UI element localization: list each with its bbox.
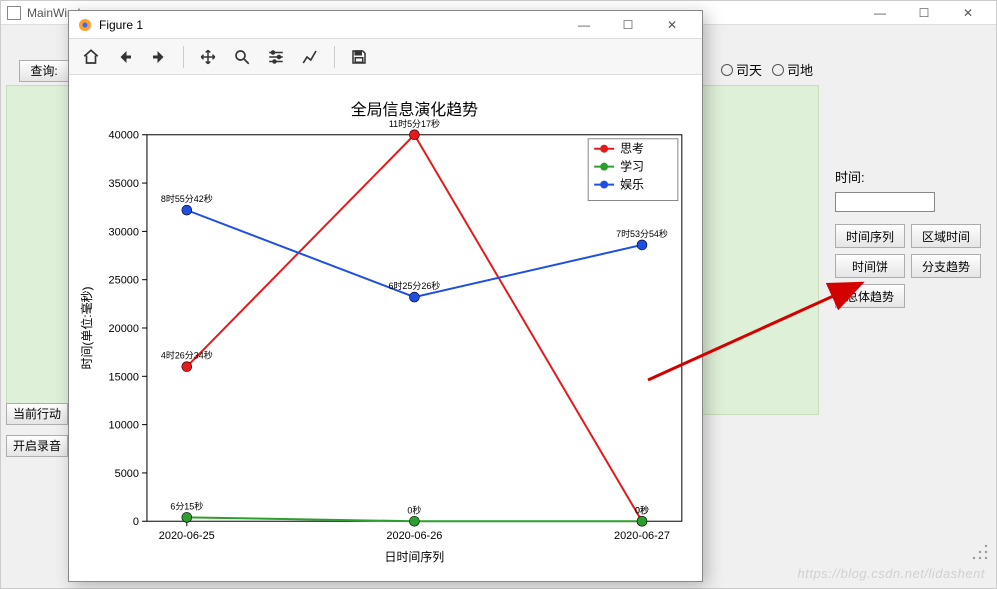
svg-text:5000: 5000 <box>115 468 139 480</box>
chart-canvas: 0 5000 10000 15000 20000 25000 30000 35000 40000… <box>69 75 702 581</box>
toolbar-separator <box>183 46 184 68</box>
main-maximize-button[interactable]: ☐ <box>902 1 946 25</box>
overall-trend-button[interactable]: 总体趋势 <box>835 284 905 308</box>
figure-minimize-button[interactable]: — <box>562 13 606 37</box>
svg-text:20000: 20000 <box>109 323 139 335</box>
watermark: https://blog.csdn.net/lidashent <box>797 566 985 581</box>
svg-text:日时间序列: 日时间序列 <box>385 549 445 564</box>
svg-text:15000: 15000 <box>109 371 139 383</box>
start-record-button[interactable]: 开启录音 <box>6 435 68 457</box>
svg-text:全局信息演化趋势: 全局信息演化趋势 <box>351 101 478 119</box>
resize-grip-icon[interactable] <box>972 544 990 562</box>
configure-icon[interactable] <box>260 42 292 72</box>
current-action-button[interactable]: 当前行动 <box>6 403 68 425</box>
svg-text:2020-06-27: 2020-06-27 <box>614 530 670 542</box>
time-label: 时间: <box>835 167 985 186</box>
figure-titlebar: Figure 1 — ☐ ✕ <box>69 11 702 39</box>
time-pie-button[interactable]: 时间饼 <box>835 254 905 278</box>
svg-text:娱乐: 娱乐 <box>620 178 644 192</box>
svg-text:2020-06-25: 2020-06-25 <box>159 530 215 542</box>
figure-app-icon <box>77 17 93 33</box>
save-icon[interactable] <box>343 42 375 72</box>
time-series-button[interactable]: 时间序列 <box>835 224 905 248</box>
svg-text:11时5分17秒: 11时5分17秒 <box>389 118 440 129</box>
radio-row: 司天 司地 <box>721 60 813 79</box>
svg-text:思考: 思考 <box>620 142 644 156</box>
radio-sidi[interactable]: 司地 <box>772 60 813 79</box>
right-panel: 时间: 时间序列 区域时间 时间饼 分支趋势 总体趋势 <box>835 167 985 308</box>
figure-title: Figure 1 <box>99 18 143 32</box>
main-close-button[interactable]: ✕ <box>946 1 990 25</box>
pan-icon[interactable] <box>192 42 224 72</box>
figure-close-button[interactable]: ✕ <box>650 13 694 37</box>
svg-text:35000: 35000 <box>109 178 139 190</box>
svg-text:0秒: 0秒 <box>635 504 649 515</box>
home-icon[interactable] <box>75 42 107 72</box>
svg-text:0: 0 <box>133 516 139 528</box>
radio-sidi-label: 司地 <box>787 60 813 79</box>
query-button[interactable]: 查询: <box>19 60 69 82</box>
svg-text:2020-06-26: 2020-06-26 <box>386 530 442 542</box>
radio-sitian[interactable]: 司天 <box>721 60 762 79</box>
area-time-button[interactable]: 区域时间 <box>911 224 981 248</box>
svg-text:6时25分26秒: 6时25分26秒 <box>389 280 441 291</box>
main-app-icon <box>7 6 21 20</box>
radio-icon <box>721 64 733 76</box>
main-minimize-button[interactable]: — <box>858 1 902 25</box>
svg-text:4时26分34秒: 4时26分34秒 <box>161 350 213 361</box>
svg-text:7时53分54秒: 7时53分54秒 <box>616 228 668 239</box>
time-input[interactable] <box>835 192 935 212</box>
svg-text:6分15秒: 6分15秒 <box>170 500 203 511</box>
zoom-icon[interactable] <box>226 42 258 72</box>
back-icon[interactable] <box>109 42 141 72</box>
svg-text:0秒: 0秒 <box>407 504 421 515</box>
branch-trend-button[interactable]: 分支趋势 <box>911 254 981 278</box>
svg-text:8时55分42秒: 8时55分42秒 <box>161 193 213 204</box>
svg-text:学习: 学习 <box>620 159 644 174</box>
radio-sitian-label: 司天 <box>736 60 762 79</box>
chart-area: 0 5000 10000 15000 20000 25000 30000 35000 40000… <box>69 75 702 581</box>
svg-text:30000: 30000 <box>109 226 139 238</box>
svg-text:40000: 40000 <box>109 130 139 142</box>
svg-text:时间(单位:毫秒): 时间(单位:毫秒) <box>79 287 94 370</box>
figure-maximize-button[interactable]: ☐ <box>606 13 650 37</box>
edit-chart-icon[interactable] <box>294 42 326 72</box>
forward-icon[interactable] <box>143 42 175 72</box>
figure-toolbar <box>69 39 702 75</box>
svg-text:10000: 10000 <box>109 420 139 432</box>
radio-icon <box>772 64 784 76</box>
toolbar-separator <box>334 46 335 68</box>
figure-window: Figure 1 — ☐ ✕ 0 5000 10000 15000 20000 25000… <box>68 10 703 582</box>
svg-text:25000: 25000 <box>109 275 139 287</box>
